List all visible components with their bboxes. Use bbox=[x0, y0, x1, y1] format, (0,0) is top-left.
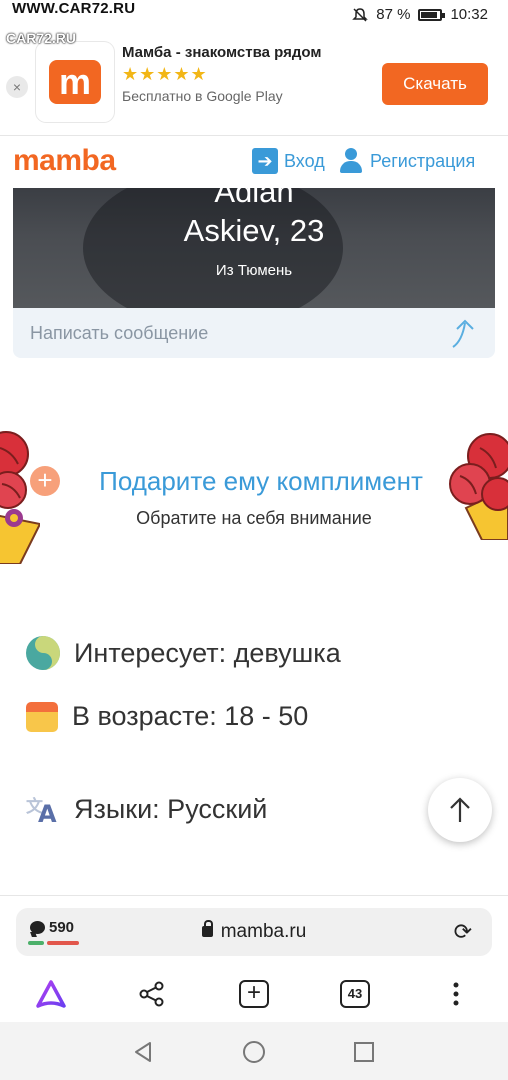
status-bar: WWW.CAR72.RU 87 % 10:32 bbox=[0, 0, 508, 32]
watermark-overlay: CAR72.RU bbox=[6, 30, 77, 46]
profile-name-first: Adlan bbox=[214, 188, 294, 209]
more-menu-icon[interactable] bbox=[440, 978, 472, 1010]
plus-icon: + bbox=[239, 980, 269, 1008]
download-button[interactable]: Скачать bbox=[382, 63, 488, 105]
app-title: Мамба - знакомства рядом bbox=[122, 44, 322, 61]
scroll-to-top-button[interactable] bbox=[428, 778, 492, 842]
yin-yang-icon bbox=[26, 636, 60, 670]
login-label: Вход bbox=[284, 150, 325, 171]
system-nav-bar bbox=[0, 1022, 508, 1080]
address-bar[interactable]: 590 mamba.ru ⟳ bbox=[16, 908, 492, 956]
age-text: В возрасте: 18 - 50 bbox=[72, 700, 309, 731]
battery-percent: 87 % bbox=[376, 6, 411, 23]
languages-row: 文A Языки: Русский bbox=[26, 792, 268, 829]
user-icon bbox=[338, 148, 364, 174]
profile-name-age: Askiev, 23 bbox=[183, 213, 325, 248]
age-row: В возрасте: 18 - 50 bbox=[26, 700, 308, 732]
divider bbox=[0, 895, 508, 896]
login-link[interactable]: ➔ Вход bbox=[252, 148, 325, 174]
languages-text: Языки: Русский bbox=[74, 793, 268, 824]
translate-icon: 文A bbox=[26, 797, 57, 828]
app-install-banner: × m Мамба - знакомства рядом ★★★★★ Беспл… bbox=[0, 32, 508, 136]
app-store-label: Бесплатно в Google Play bbox=[122, 88, 283, 104]
app-icon-letter: m bbox=[49, 60, 101, 104]
url-text: mamba.ru bbox=[220, 921, 307, 942]
mamba-logo[interactable]: mamba bbox=[13, 144, 116, 178]
url-display[interactable]: mamba.ru bbox=[16, 920, 492, 943]
app-icon[interactable]: m bbox=[36, 42, 114, 122]
browser-toolbar: + 43 bbox=[0, 964, 508, 1022]
recents-icon[interactable] bbox=[352, 1040, 376, 1064]
back-icon[interactable] bbox=[132, 1040, 156, 1064]
rating-stars: ★★★★★ bbox=[122, 64, 208, 84]
lock-icon bbox=[201, 920, 213, 937]
compliment-link[interactable]: Подарите ему комплимент bbox=[0, 466, 508, 497]
profile-photo[interactable]: Adlan Askiev, 23 Из Тюмень bbox=[13, 188, 495, 308]
close-icon[interactable]: × bbox=[6, 76, 28, 98]
mute-icon bbox=[352, 7, 369, 22]
arrow-up-icon bbox=[450, 797, 470, 822]
share-icon[interactable] bbox=[136, 978, 168, 1010]
tabs-count: 43 bbox=[340, 980, 370, 1008]
profile-city: Из Тюмень bbox=[215, 262, 293, 279]
message-input[interactable]: Написать сообщение bbox=[13, 308, 495, 358]
home-icon[interactable] bbox=[242, 1040, 266, 1064]
tabs-button[interactable]: 43 bbox=[339, 978, 371, 1010]
reload-icon[interactable]: ⟳ bbox=[454, 919, 472, 945]
login-icon: ➔ bbox=[252, 148, 278, 174]
new-tab-button[interactable]: + bbox=[238, 978, 270, 1010]
status-icons: 87 % 10:32 bbox=[352, 6, 488, 23]
register-label: Регистрация bbox=[370, 150, 476, 171]
battery-icon bbox=[418, 8, 446, 21]
send-icon[interactable] bbox=[449, 317, 479, 349]
clock: 10:32 bbox=[450, 6, 488, 23]
site-header: mamba ➔ Вход Регистрация bbox=[0, 136, 508, 188]
message-placeholder: Написать сообщение bbox=[30, 323, 209, 343]
watermark: WWW.CAR72.RU bbox=[12, 0, 136, 17]
alice-icon[interactable] bbox=[35, 978, 67, 1010]
interest-row: Интересует: девушка bbox=[26, 636, 341, 670]
register-link[interactable]: Регистрация bbox=[338, 148, 475, 174]
calendar-icon bbox=[26, 700, 58, 732]
interest-text: Интересует: девушка bbox=[74, 637, 341, 668]
compliment-subtitle: Обратите на себя внимание bbox=[136, 508, 372, 528]
